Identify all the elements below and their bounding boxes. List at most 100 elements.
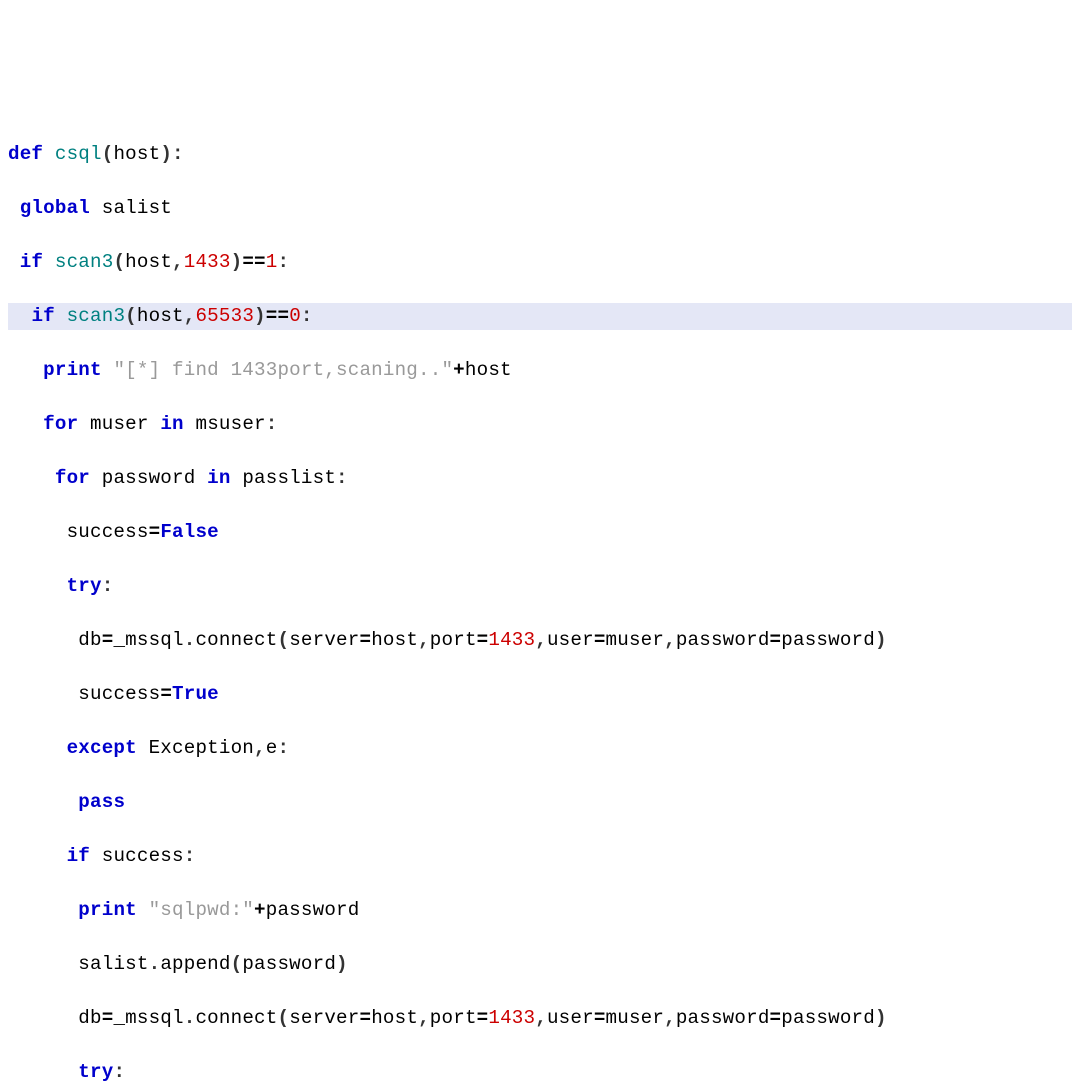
code-line: print "sqlpwd:"+password — [8, 897, 1072, 924]
punct: , — [184, 305, 196, 327]
punct: : — [277, 251, 289, 273]
operator: = — [102, 629, 114, 651]
keyword-for: for — [43, 413, 78, 435]
code-line: for muser in msuser: — [8, 411, 1072, 438]
keyword-if: if — [31, 305, 54, 327]
punct: , — [535, 1007, 547, 1029]
bool-false: False — [160, 521, 219, 543]
ident: muser — [606, 629, 665, 651]
punct: ) — [231, 251, 243, 273]
ident: server — [289, 1007, 359, 1029]
ident: append — [160, 953, 230, 975]
punct: ) — [875, 629, 887, 651]
bool-true: True — [172, 683, 219, 705]
keyword-pass: pass — [78, 791, 125, 813]
ident: passlist — [242, 467, 336, 489]
ident: db — [78, 1007, 101, 1029]
operator: = — [477, 629, 489, 651]
ident: success — [102, 845, 184, 867]
code-line: success=True — [8, 681, 1072, 708]
keyword-print: print — [78, 899, 137, 921]
operator: = — [102, 1007, 114, 1029]
keyword-for: for — [55, 467, 90, 489]
ident: password — [676, 629, 770, 651]
ident: _mssql — [113, 629, 183, 651]
ident: muser — [90, 413, 149, 435]
keyword-try: try — [67, 575, 102, 597]
code-line: success=False — [8, 519, 1072, 546]
punct: . — [184, 629, 196, 651]
code-line: try: — [8, 573, 1072, 600]
operator: = — [160, 683, 172, 705]
punct: : — [172, 143, 184, 165]
operator: = — [360, 629, 372, 651]
code-line: pass — [8, 789, 1072, 816]
punct: ( — [102, 143, 114, 165]
number: 1433 — [488, 629, 535, 651]
code-line: if scan3(host,1433)==1: — [8, 249, 1072, 276]
func-name: csql — [55, 143, 102, 165]
keyword-def: def — [8, 143, 43, 165]
ident: connect — [195, 1007, 277, 1029]
ident: db — [78, 629, 101, 651]
punct: ( — [231, 953, 243, 975]
ident: password — [242, 953, 336, 975]
ident: user — [547, 1007, 594, 1029]
operator: == — [266, 305, 289, 327]
ident: success — [67, 521, 149, 543]
func-call: scan3 — [55, 251, 114, 273]
ident: success — [78, 683, 160, 705]
number: 1433 — [184, 251, 231, 273]
punct: , — [254, 737, 266, 759]
ident: password — [266, 899, 360, 921]
punct: ) — [336, 953, 348, 975]
ident: muser — [606, 1007, 665, 1029]
string: "sqlpwd:" — [149, 899, 254, 921]
operator: + — [453, 359, 465, 381]
punct: , — [535, 629, 547, 651]
punct: : — [301, 305, 313, 327]
punct: . — [184, 1007, 196, 1029]
param-host: host — [113, 143, 160, 165]
punct: , — [664, 1007, 676, 1029]
ident: host — [371, 1007, 418, 1029]
ident: e — [266, 737, 278, 759]
ident: port — [430, 1007, 477, 1029]
operator: = — [770, 1007, 782, 1029]
ident: user — [547, 629, 594, 651]
number: 0 — [289, 305, 301, 327]
code-line: if success: — [8, 843, 1072, 870]
punct: : — [266, 413, 278, 435]
punct: : — [102, 575, 114, 597]
operator: = — [360, 1007, 372, 1029]
punct: , — [172, 251, 184, 273]
keyword-in: in — [160, 413, 183, 435]
punct: , — [664, 629, 676, 651]
ident: Exception — [149, 737, 254, 759]
punct: ( — [113, 251, 125, 273]
punct: ( — [277, 629, 289, 651]
code-line: except Exception,e: — [8, 735, 1072, 762]
code-line-highlighted: if scan3(host,65533)==0: — [8, 303, 1072, 330]
ident: host — [371, 629, 418, 651]
operator: = — [149, 521, 161, 543]
punct: ) — [875, 1007, 887, 1029]
ident: host — [137, 305, 184, 327]
punct: ) — [160, 143, 172, 165]
keyword-in: in — [207, 467, 230, 489]
operator: = — [594, 1007, 606, 1029]
ident: password — [102, 467, 196, 489]
punct: ) — [254, 305, 266, 327]
code-line: print "[*] find 1433port,scaning.."+host — [8, 357, 1072, 384]
keyword-try: try — [78, 1061, 113, 1083]
number: 65533 — [195, 305, 254, 327]
punct: : — [184, 845, 196, 867]
ident: connect — [195, 629, 277, 651]
keyword-except: except — [67, 737, 137, 759]
punct: , — [418, 1007, 430, 1029]
punct: , — [418, 629, 430, 651]
ident: host — [125, 251, 172, 273]
punct: ( — [125, 305, 137, 327]
ident: msuser — [195, 413, 265, 435]
code-block: def csql(host): global salist if scan3(h… — [8, 114, 1072, 1092]
